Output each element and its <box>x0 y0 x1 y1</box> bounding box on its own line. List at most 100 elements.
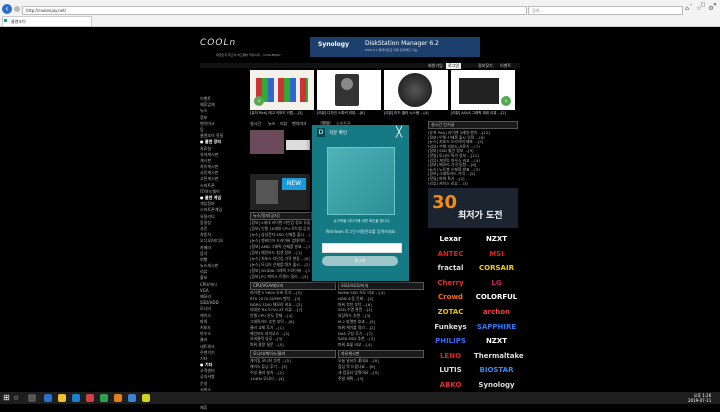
right-section-header[interactable]: 실시간 인기글 <box>428 121 518 129</box>
brand-logo[interactable]: ZOTAC <box>428 305 473 319</box>
free-list-item[interactable]: 주말 계획 ...[3] <box>338 376 422 382</box>
windows-taskbar <box>0 392 720 404</box>
nav-benchmark[interactable]: 벤치마크 <box>292 121 307 127</box>
browser-tab[interactable]: 쿨엔조이 <box>2 16 92 26</box>
brand-logo[interactable]: LG <box>474 276 519 290</box>
thumb-caption-3[interactable]: [리뷰] 미드 쿨러 시스템 ...[4] <box>384 111 428 116</box>
news-section-header[interactable]: 뉴스/정보[공지] <box>250 212 312 220</box>
top-banner-ad[interactable]: Synology DiskStation Manager 6.2 DSM 6.2… <box>310 37 480 57</box>
taskbar-clock[interactable]: 오후 1:26 2019-07-11 <box>688 393 711 403</box>
brand-logo[interactable]: CORSAIR <box>474 261 519 275</box>
brand-logo[interactable]: archon <box>474 305 519 319</box>
brand-logo[interactable]: ABKO <box>428 378 473 392</box>
ie-icon[interactable] <box>44 394 52 402</box>
news-list: [정보] 5세대 라이젠 라인업 정보 유출 ...[4][정보] 인텔 10세… <box>250 220 310 280</box>
brand-logo[interactable]: Cherry <box>428 276 473 290</box>
back-button[interactable]: ‹ <box>2 4 12 14</box>
app-icon-5[interactable] <box>142 394 150 402</box>
thumb-caption-4[interactable]: [리뷰] ASUS 그래픽 파워 리뷰 ...[2] <box>451 111 506 116</box>
dialog-hint-text: Windows 로그인 비밀번호를 입력하세요 <box>325 229 396 234</box>
cpu-list: 라이젠 5 3600 오버 후기 ...[5] RTX 2070 SUPER 벤치… <box>250 290 334 348</box>
app-icon-4[interactable] <box>128 394 136 402</box>
site-logo-subtitle: 대한민국 최고의 하드웨어 커뮤니티 - COOLENJOY <box>216 53 281 57</box>
news-thumb-1[interactable] <box>250 130 284 154</box>
news-thumb-2[interactable] <box>286 140 310 150</box>
brand-logo[interactable]: LUTIS <box>428 363 473 377</box>
dialog-title: 지문 확인 <box>329 131 347 136</box>
ssd-section-header[interactable]: SSD/HDD/파워 <box>338 282 424 290</box>
clock-date: 2019-07-11 <box>688 398 712 403</box>
taskbar-search-icon[interactable]: ○ <box>14 395 18 401</box>
ssd-list-item[interactable]: 파워 효율 비교 ...[4] <box>338 342 422 348</box>
ssd-list: NVMe SSD 속도 비교 ...[4] HDD 소음 문제 ...[2] 파워 … <box>338 290 422 348</box>
brand-logo[interactable]: fractal <box>428 261 473 275</box>
file-explorer-icon[interactable] <box>58 394 66 402</box>
event-link[interactable]: 이벤트 <box>500 63 511 69</box>
brand-logo[interactable]: Thermaltake <box>474 349 524 363</box>
brand-logo[interactable]: MSI <box>474 247 519 261</box>
edge-icon[interactable] <box>72 394 80 402</box>
cpu-list-item[interactable]: 파워 용량 질문 ...[5] <box>250 342 334 348</box>
thumb-keyboard[interactable]: ‹ <box>250 70 314 110</box>
promo-text: 최저가 도전 <box>458 211 503 221</box>
login-link[interactable]: 로그인 <box>446 63 462 69</box>
address-bar[interactable]: http://coolenjoy.net/ <box>22 6 527 15</box>
home-icon[interactable]: ⌂ <box>684 6 690 12</box>
sidebar-item[interactable]: 제휴 <box>200 405 246 411</box>
right-promo-ad[interactable]: 30 최저가 도전 <box>428 188 518 228</box>
task-view-icon[interactable] <box>28 394 36 402</box>
banner-subtitle: DSM 6.2 업데이트로 더욱 강력해진 기능 <box>365 48 418 52</box>
nav-news[interactable]: 뉴스 <box>268 121 275 127</box>
brand-logo[interactable]: SAPPHIRE <box>474 320 519 334</box>
find-info-link[interactable]: 정보찾기 <box>478 63 493 69</box>
news-thumb-3[interactable]: NEW <box>250 174 310 210</box>
thumb-cooler[interactable] <box>384 70 448 110</box>
nav-realtime[interactable]: 실시간 <box>250 121 261 127</box>
fingerprint-scan-area <box>327 147 395 215</box>
signup-link[interactable]: 회원가입 <box>428 63 443 69</box>
app-icon-2[interactable] <box>100 394 108 402</box>
dialog-close-button[interactable]: ╳ <box>396 127 402 138</box>
brand-logo[interactable]: Lexar <box>428 232 473 246</box>
banner-brand: Synology <box>318 41 350 48</box>
brand-logo[interactable]: BIOSTAR <box>474 363 519 377</box>
cpu-section-header[interactable]: CPU/VGA/메모리 <box>250 282 336 290</box>
fingerprint-dialog: D 지문 확인 ╳ 손가락을 리더기에 대면 확인을 합니다. Windows … <box>312 125 409 281</box>
etc-list: 게이밍 모니터 추천 ...[5] 케이스 튜닝 후기 ...[3] 수냉 쿨러 설… <box>250 358 334 382</box>
brand-logo[interactable]: Funkeys <box>428 320 473 334</box>
windows-start-icon[interactable]: ⊞ <box>3 394 11 402</box>
sidebar-menu: 이벤트 제휴업체 뉴스 정보 벤치마크 팁 쿨엔조이 핫딜 ● 쿨엔 장터 자료실 유저게시판 게시… <box>200 96 246 412</box>
brand-logo[interactable]: PHILIPS <box>428 334 473 348</box>
brand-logo[interactable]: COLORFUL <box>474 290 519 304</box>
brand-logo[interactable]: ANTEC <box>428 247 473 261</box>
tab-favicon-icon <box>4 19 7 22</box>
dialog-info-text: 손가락을 리더기에 대면 확인을 합니다. <box>333 219 391 223</box>
promo-number: 30 <box>432 192 458 213</box>
free-section-header[interactable]: 자유게시판 <box>338 350 424 358</box>
app-icon-1[interactable] <box>86 394 94 402</box>
etc-list-item[interactable]: 144Hz 모니터 ...[4] <box>250 376 334 382</box>
brand-logo[interactable]: NZXT <box>474 334 519 348</box>
forward-button[interactable] <box>14 6 20 12</box>
favorites-star-icon[interactable]: ☆ <box>696 6 702 12</box>
brand-logo[interactable]: Synology <box>474 378 519 392</box>
right-list-item[interactable]: [리뷰] 케이스 리뷰 ...[3] <box>428 181 518 186</box>
browser-search-input[interactable]: 검색... <box>528 6 683 15</box>
dialog-logo-icon: D <box>317 128 325 137</box>
news-list-item[interactable]: [정보] PC 케이스 트렌드 정리 ...[4] <box>250 274 310 280</box>
thumb-speaker[interactable] <box>317 70 381 110</box>
etc-section-header[interactable]: 모니터/케이스/쿨러 <box>250 350 336 358</box>
app-icon-3[interactable] <box>114 394 122 402</box>
brand-logo[interactable]: LENO <box>428 349 473 363</box>
right-list: [유저 Pick] 라이젠 3세대 벤치 ...[12] [정보] 인텔 신제품 … <box>428 130 518 185</box>
settings-gear-icon[interactable]: ⚙ <box>708 6 714 12</box>
thumb-psu[interactable]: › <box>451 70 515 110</box>
brand-logo[interactable]: NZXT <box>474 232 519 246</box>
password-input[interactable] <box>322 243 402 253</box>
free-list: 오늘 날씨가 좋네요 ...[8] 점심 뭐 드셨나요 ...[6] 새 컴퓨터 맞… <box>338 358 422 382</box>
thumb-caption-2[interactable]: [리뷰] 디자인 스피커 리뷰 ...[8] <box>317 111 365 116</box>
thumb-caption-1[interactable]: [유저 Pick] 레고 키보드 키캡 ...[3] <box>250 111 303 116</box>
brand-logo[interactable]: Crowd <box>428 290 473 304</box>
login-button[interactable]: 로그인 <box>322 256 398 266</box>
nav-review[interactable]: 리뷰 <box>280 121 287 127</box>
